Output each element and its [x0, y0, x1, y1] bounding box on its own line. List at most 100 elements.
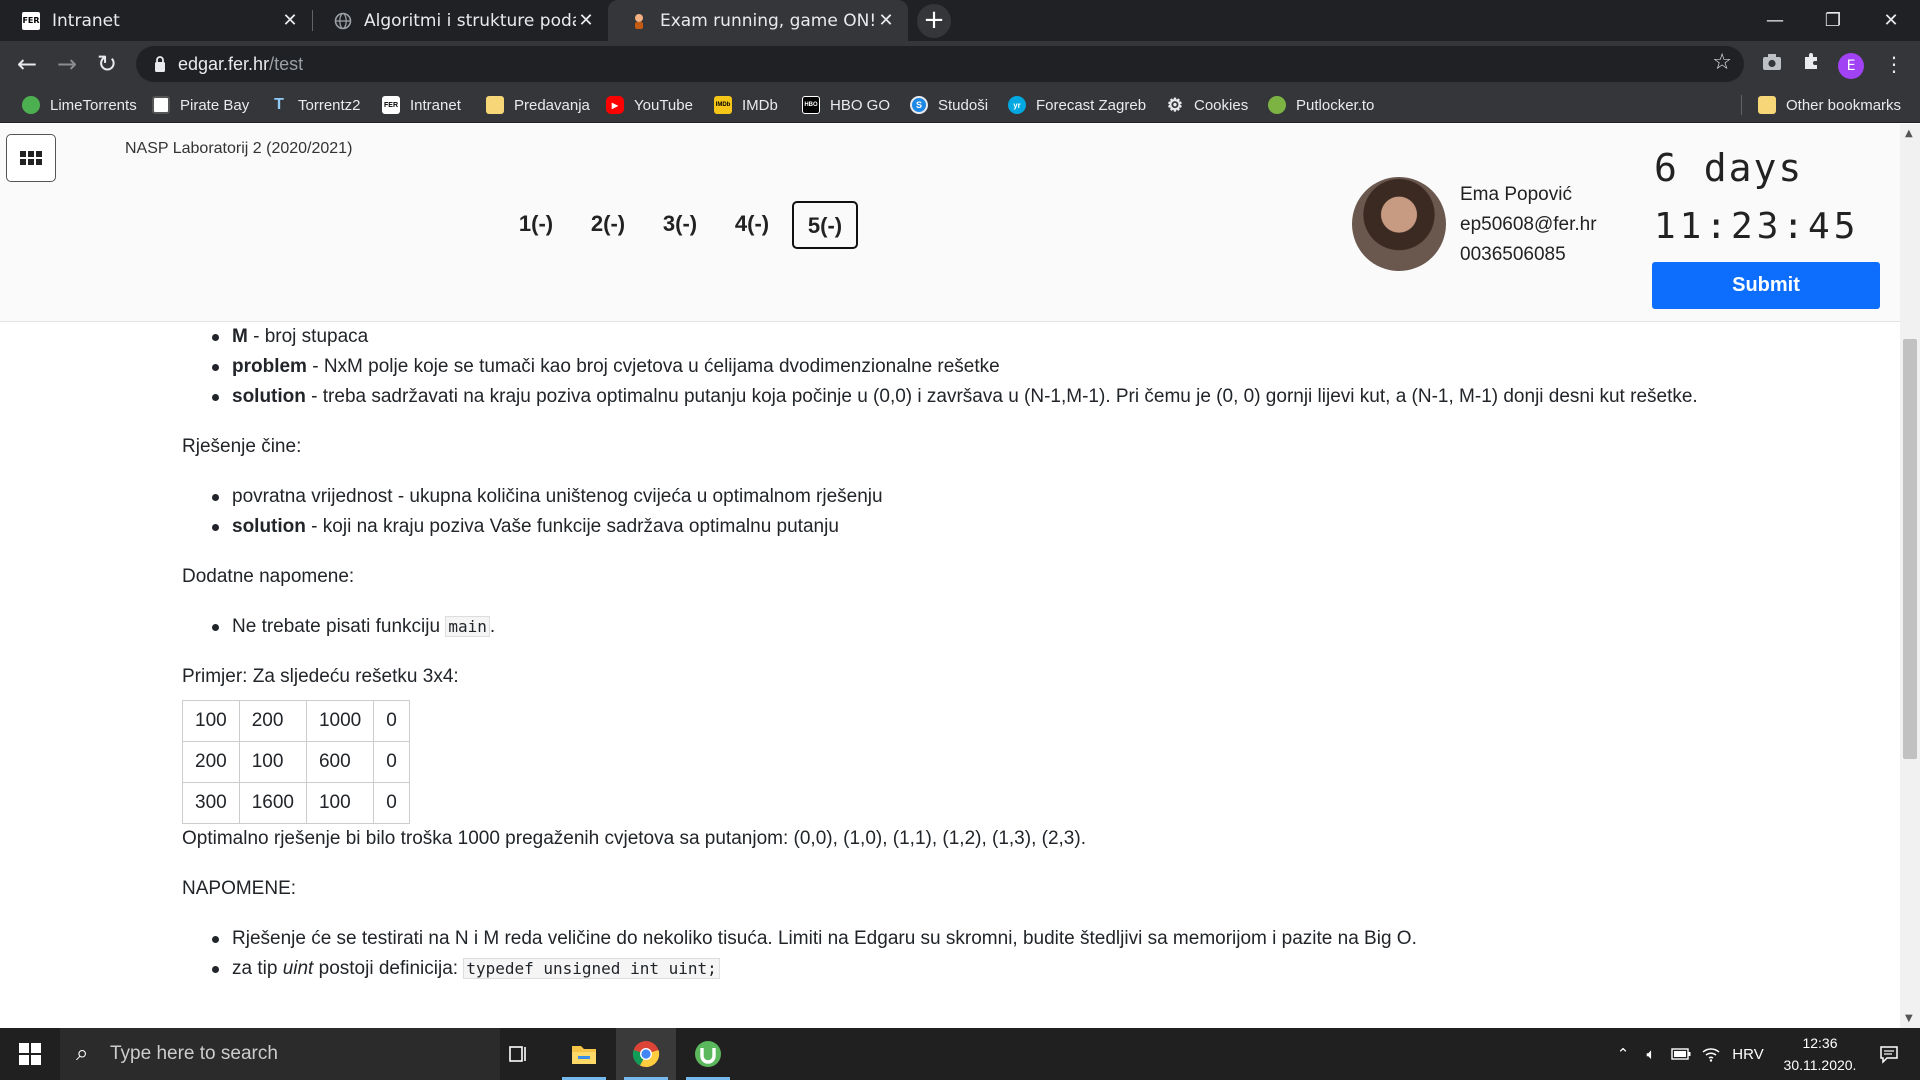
- lime-icon: [22, 96, 40, 114]
- chrome-icon[interactable]: [616, 1028, 676, 1080]
- back-icon[interactable]: ←: [10, 47, 44, 81]
- address-bar[interactable]: edgar.fer.hr/test ☆: [136, 46, 1744, 82]
- task-view-icon[interactable]: [488, 1028, 548, 1080]
- apps-menu-button[interactable]: [6, 134, 56, 182]
- bookmark-forecast-zagreb[interactable]: yr Forecast Zagreb: [1008, 87, 1146, 123]
- wifi-icon[interactable]: [1696, 1028, 1726, 1080]
- close-icon[interactable]: ✕: [280, 10, 300, 31]
- table-cell: 1600: [238, 782, 307, 824]
- taskbar-clock[interactable]: 12:36 30.11.2020.: [1765, 1032, 1875, 1076]
- item-text: - NxM polje koje se tumači kao broj cvje…: [306, 356, 1000, 377]
- tab-algoritmi[interactable]: Algoritmi i strukture podataka ✕: [312, 0, 609, 41]
- windows-taskbar: ⌕ Type here to search ⌃ 🔈︎ HRV 12:36 30.…: [0, 1028, 1920, 1080]
- table-cell: 0: [373, 741, 410, 783]
- napomene-list: Rješenje će se testirati na N i M reda v…: [212, 924, 1742, 984]
- table-cell: 200: [182, 741, 240, 783]
- table-cell: 600: [305, 741, 375, 783]
- utorrent-icon[interactable]: [678, 1028, 738, 1080]
- timer-days: 6 days: [1654, 146, 1804, 190]
- bookmark-hbo-go[interactable]: HBO HBO GO: [802, 87, 890, 123]
- extensions-icon[interactable]: [1796, 48, 1828, 80]
- close-window-icon[interactable]: ✕: [1862, 0, 1920, 41]
- item-text: Ne trebate pisati funkciju: [232, 616, 446, 637]
- question-button-5[interactable]: 5(-): [792, 201, 858, 249]
- battery-icon[interactable]: [1666, 1028, 1696, 1080]
- solution-list: povratna vrijednost - ukupna količina un…: [212, 482, 1742, 542]
- napomene-heading: NAPOMENE:: [182, 878, 297, 899]
- tab-strip: FER Intranet ✕ Algoritmi i strukture pod…: [0, 0, 1920, 41]
- reload-icon[interactable]: ↻: [90, 47, 124, 81]
- solution-heading: Rješenje čine:: [182, 436, 302, 457]
- logo-pane: [19, 1043, 29, 1053]
- table-cell: 300: [182, 782, 240, 824]
- term: solution: [232, 516, 306, 537]
- windows-start-icon[interactable]: [0, 1028, 60, 1080]
- page-viewport: M - broj stupaca problem - NxM polje koj…: [0, 124, 1920, 1028]
- bookmark-predavanja[interactable]: Predavanja: [486, 87, 590, 123]
- bookmark-pirate-bay[interactable]: Pirate Bay: [152, 87, 249, 123]
- bookmark-star-icon[interactable]: ☆: [1712, 50, 1732, 75]
- bookmark-studosi[interactable]: S Studoši: [910, 87, 988, 123]
- notes-heading: Dodatne napomene:: [182, 566, 355, 587]
- grid-dot: [28, 159, 34, 165]
- language-indicator[interactable]: HRV: [1728, 1028, 1768, 1080]
- t-icon: T: [274, 96, 284, 113]
- restore-icon[interactable]: ❐: [1804, 0, 1862, 41]
- table-row: 200 100 600 0: [182, 741, 410, 783]
- scroll-down-icon[interactable]: ▼: [1905, 1013, 1913, 1024]
- scroll-thumb[interactable]: [1903, 339, 1917, 759]
- bookmark-cookies[interactable]: ⚙ Cookies: [1166, 87, 1248, 123]
- table-row: 100 200 1000 0: [182, 700, 410, 742]
- profile-avatar[interactable]: E: [1838, 53, 1864, 79]
- tab-title: Intranet: [52, 10, 120, 31]
- question-button-2[interactable]: 2(-): [572, 201, 644, 249]
- bookmark-label: Predavanja: [514, 96, 590, 114]
- url-host: edgar.fer.hr: [178, 54, 270, 74]
- grid-dot: [28, 151, 34, 157]
- question-button-4[interactable]: 4(-): [716, 201, 788, 249]
- tab-intranet[interactable]: FER Intranet ✕: [0, 0, 313, 41]
- user-name: Ema Popović: [1460, 184, 1572, 205]
- menu-dots-icon[interactable]: ⋮: [1878, 48, 1910, 80]
- url-text: edgar.fer.hr/test: [178, 54, 303, 75]
- file-explorer-icon[interactable]: [554, 1028, 614, 1080]
- forward-icon[interactable]: →: [50, 47, 84, 81]
- url-path: /test: [269, 54, 304, 74]
- volume-icon[interactable]: 🔈︎: [1636, 1028, 1666, 1080]
- question-button-3[interactable]: 3(-): [644, 201, 716, 249]
- camera-icon[interactable]: [1756, 48, 1788, 80]
- minimize-icon[interactable]: —: [1746, 0, 1804, 41]
- item-text: .: [489, 616, 496, 637]
- submit-button[interactable]: Submit: [1652, 262, 1880, 309]
- bookmark-limetorrents[interactable]: LimeTorrents: [22, 87, 137, 123]
- question-button-1[interactable]: 1(-): [500, 201, 572, 249]
- new-tab-button[interactable]: +: [917, 4, 951, 38]
- logo-pane: [19, 1055, 29, 1065]
- bookmark-intranet[interactable]: FER Intranet: [382, 87, 461, 123]
- table-row: 300 1600 100 0: [182, 782, 410, 824]
- gear-icon: ⚙: [1166, 94, 1184, 115]
- table-cell: 100: [305, 782, 375, 824]
- scroll-up-icon[interactable]: ▲: [1905, 128, 1913, 139]
- bookmark-youtube[interactable]: ▶ YouTube: [606, 87, 693, 123]
- close-icon[interactable]: ✕: [876, 10, 896, 31]
- bookmark-imdb[interactable]: IMDb IMDb: [714, 87, 778, 123]
- code-typedef: typedef unsigned int uint;: [463, 958, 720, 979]
- browser-toolbar: ← → ↻ edgar.fer.hr/test ☆ E ⋮: [0, 41, 1920, 87]
- tab-exam[interactable]: Exam running, game ON! ✕: [608, 0, 908, 41]
- edgar-icon: [630, 12, 648, 30]
- list-item: solution - koji na kraju poziva Vaše fun…: [212, 512, 1742, 542]
- tab-title: Algoritmi i strukture podataka: [364, 10, 576, 31]
- chevron-up-icon[interactable]: ⌃: [1610, 1028, 1636, 1080]
- bookmark-putlocker[interactable]: Putlocker.to: [1268, 87, 1374, 123]
- bookmark-torrentz2[interactable]: T Torrentz2: [270, 87, 360, 123]
- fer-icon: FER: [22, 11, 40, 30]
- bookmark-label: YouTube: [634, 96, 693, 114]
- notification-icon[interactable]: [1866, 1028, 1912, 1080]
- youtube-icon: ▶: [606, 96, 624, 114]
- close-icon[interactable]: ✕: [576, 10, 596, 31]
- page-scrollbar[interactable]: ▲ ▼: [1900, 124, 1920, 1028]
- other-bookmarks[interactable]: Other bookmarks: [1758, 87, 1901, 123]
- taskbar-search[interactable]: ⌕ Type here to search: [60, 1028, 500, 1080]
- bookmark-label: LimeTorrents: [50, 96, 137, 114]
